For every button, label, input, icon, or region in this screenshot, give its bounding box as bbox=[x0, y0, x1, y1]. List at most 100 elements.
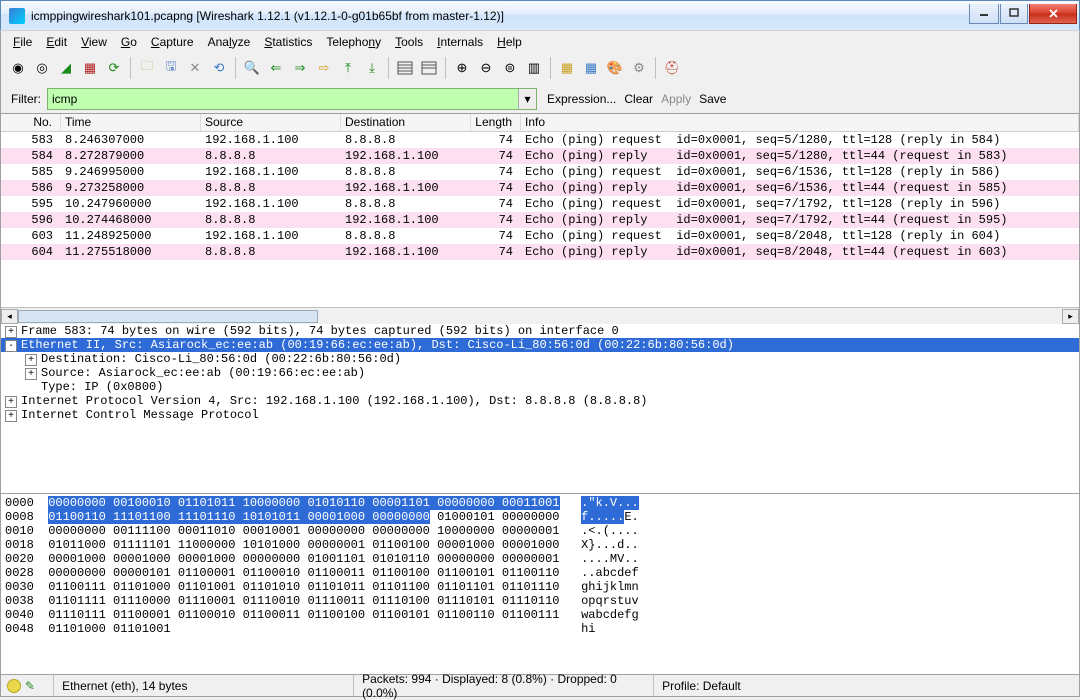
go-forward-icon[interactable]: ⇒ bbox=[289, 57, 311, 79]
start-capture-icon[interactable]: ◢ bbox=[55, 57, 77, 79]
tree-expander-icon[interactable]: - bbox=[5, 340, 17, 352]
tree-label: Frame 583: 74 bytes on wire (592 bits), … bbox=[21, 324, 619, 338]
tree-node[interactable]: + Frame 583: 74 bytes on wire (592 bits),… bbox=[1, 324, 1079, 338]
tree-node[interactable]: -Ethernet II, Src: Asiarock_ec:ee:ab (00… bbox=[1, 338, 1079, 352]
hex-line[interactable]: 0018 01011000 01111101 11000000 10101000… bbox=[5, 538, 1075, 552]
auto-scroll-icon[interactable] bbox=[418, 57, 440, 79]
column-destination[interactable]: Destination bbox=[341, 114, 471, 131]
filter-dropdown-button[interactable]: ▾ bbox=[518, 89, 536, 109]
column-no[interactable]: No. bbox=[1, 114, 61, 131]
tree-label: Ethernet II, Src: Asiarock_ec:ee:ab (00:… bbox=[21, 338, 734, 352]
column-length[interactable]: Length bbox=[471, 114, 521, 131]
packet-list-hscrollbar[interactable]: ◂ ▸ bbox=[1, 307, 1079, 324]
packet-row[interactable]: 5848.2728790008.8.8.8192.168.1.10074Echo… bbox=[1, 148, 1079, 164]
column-time[interactable]: Time bbox=[61, 114, 201, 131]
menu-telephony[interactable]: Telephony bbox=[320, 33, 387, 51]
scroll-right-button[interactable]: ▸ bbox=[1062, 309, 1079, 324]
packet-row[interactable]: 59610.2744680008.8.8.8192.168.1.10074Ech… bbox=[1, 212, 1079, 228]
column-source[interactable]: Source bbox=[201, 114, 341, 131]
packet-row[interactable]: 5838.246307000192.168.1.1008.8.8.874Echo… bbox=[1, 132, 1079, 148]
coloring-rules-icon[interactable]: 🎨 bbox=[604, 57, 626, 79]
tree-node[interactable]: +Destination: Cisco-Li_80:56:0d (00:22:6… bbox=[1, 352, 1079, 366]
packet-row[interactable]: 5869.2732580008.8.8.8192.168.1.10074Echo… bbox=[1, 180, 1079, 196]
tree-expander-icon[interactable]: + bbox=[25, 368, 37, 380]
filter-action-save[interactable]: Save bbox=[695, 92, 730, 106]
close-file-icon[interactable]: ✕ bbox=[184, 57, 206, 79]
menu-file[interactable]: File bbox=[7, 33, 38, 51]
tree-expander-icon[interactable]: + bbox=[5, 396, 17, 408]
go-to-packet-icon[interactable]: ⇨ bbox=[313, 57, 335, 79]
go-first-icon[interactable]: ⤒ bbox=[337, 57, 359, 79]
menu-help[interactable]: Help bbox=[491, 33, 528, 51]
packet-row[interactable]: 60311.248925000192.168.1.1008.8.8.874Ech… bbox=[1, 228, 1079, 244]
status-left: Ethernet (eth), 14 bytes bbox=[62, 679, 187, 693]
hex-line[interactable]: 0020 00001000 00001000 00001000 00000000… bbox=[5, 552, 1075, 566]
menu-analyze[interactable]: Analyze bbox=[202, 33, 257, 51]
expert-info-icon[interactable] bbox=[7, 679, 21, 693]
window-close-button[interactable] bbox=[1029, 4, 1077, 24]
packet-row[interactable]: 60411.2755180008.8.8.8192.168.1.10074Ech… bbox=[1, 244, 1079, 260]
edit-capture-comment-icon[interactable]: ✎ bbox=[25, 679, 35, 693]
find-icon[interactable]: 🔍 bbox=[241, 57, 263, 79]
column-info[interactable]: Info bbox=[521, 114, 1079, 131]
hex-line[interactable]: 0008 01100110 11101100 11101110 10101011… bbox=[5, 510, 1075, 524]
scroll-left-button[interactable]: ◂ bbox=[1, 309, 18, 324]
packet-row[interactable]: 5859.246995000192.168.1.1008.8.8.874Echo… bbox=[1, 164, 1079, 180]
reload-icon[interactable]: ⟲ bbox=[208, 57, 230, 79]
zoom-in-icon[interactable]: ⊕ bbox=[451, 57, 473, 79]
tree-node[interactable]: +Internet Control Message Protocol bbox=[1, 408, 1079, 422]
filter-action-apply[interactable]: Apply bbox=[657, 92, 695, 106]
save-file-icon[interactable]: 🖫 bbox=[160, 57, 182, 79]
hex-line[interactable]: 0038 01101111 01110000 01110001 01110010… bbox=[5, 594, 1075, 608]
hex-line[interactable]: 0048 01101000 01101001 hi bbox=[5, 622, 1075, 636]
capture-filters-icon[interactable]: ▦ bbox=[556, 57, 578, 79]
zoom-out-icon[interactable]: ⊖ bbox=[475, 57, 497, 79]
menu-edit[interactable]: Edit bbox=[40, 33, 73, 51]
hex-line[interactable]: 0000 00000000 00100010 01101011 10000000… bbox=[5, 496, 1075, 510]
hex-line[interactable]: 0040 01110111 01100001 01100010 01100011… bbox=[5, 608, 1075, 622]
hex-line[interactable]: 0028 00000000 00000101 01100001 01100010… bbox=[5, 566, 1075, 580]
filter-action-expression[interactable]: Expression... bbox=[543, 92, 620, 106]
hex-line[interactable]: 0010 00000000 00111100 00011010 00010001… bbox=[5, 524, 1075, 538]
packet-row[interactable]: 59510.247960000192.168.1.1008.8.8.874Ech… bbox=[1, 196, 1079, 212]
help-icon[interactable]: ⛑ bbox=[661, 57, 683, 79]
display-filter-input[interactable] bbox=[48, 92, 518, 106]
resize-columns-icon[interactable]: ▥ bbox=[523, 57, 545, 79]
menu-capture[interactable]: Capture bbox=[145, 33, 200, 51]
filter-action-clear[interactable]: Clear bbox=[620, 92, 657, 106]
restart-capture-icon[interactable]: ⟳ bbox=[103, 57, 125, 79]
go-last-icon[interactable]: ⤓ bbox=[361, 57, 383, 79]
packet-list-pane: No. Time Source Destination Length Info … bbox=[0, 114, 1080, 324]
window-maximize-button[interactable] bbox=[1000, 4, 1028, 24]
packet-list-body[interactable]: 5838.246307000192.168.1.1008.8.8.874Echo… bbox=[1, 132, 1079, 307]
packet-bytes-pane[interactable]: 0000 00000000 00100010 01101011 10000000… bbox=[0, 494, 1080, 675]
tree-node[interactable]: +Internet Protocol Version 4, Src: 192.1… bbox=[1, 394, 1079, 408]
scroll-track[interactable] bbox=[18, 309, 1062, 324]
menu-internals[interactable]: Internals bbox=[431, 33, 489, 51]
zoom-reset-icon[interactable]: ⊜ bbox=[499, 57, 521, 79]
stop-capture-icon[interactable]: ▦ bbox=[79, 57, 101, 79]
scroll-thumb[interactable] bbox=[18, 310, 318, 323]
packet-details-pane[interactable]: + Frame 583: 74 bytes on wire (592 bits),… bbox=[0, 324, 1080, 494]
tree-expander-icon[interactable]: + bbox=[5, 410, 17, 422]
tree-expander-icon[interactable]: + bbox=[5, 326, 17, 338]
preferences-icon[interactable]: ⚙ bbox=[628, 57, 650, 79]
display-filters-icon[interactable]: ▦ bbox=[580, 57, 602, 79]
hex-line[interactable]: 0030 01100111 01101000 01101001 01101010… bbox=[5, 580, 1075, 594]
menu-view[interactable]: View bbox=[75, 33, 113, 51]
go-back-icon[interactable]: ⇐ bbox=[265, 57, 287, 79]
packet-list-header[interactable]: No. Time Source Destination Length Info bbox=[1, 114, 1079, 132]
tree-expander-icon[interactable]: + bbox=[25, 354, 37, 366]
open-file-icon[interactable]: 🗀 bbox=[136, 57, 158, 79]
menu-statistics[interactable]: Statistics bbox=[258, 33, 318, 51]
colorize-icon[interactable] bbox=[394, 57, 416, 79]
window-minimize-button[interactable] bbox=[969, 4, 999, 24]
menu-tools[interactable]: Tools bbox=[389, 33, 429, 51]
interfaces-icon[interactable]: ◉ bbox=[7, 57, 29, 79]
status-profile[interactable]: Profile: Default bbox=[662, 679, 741, 693]
wireshark-icon bbox=[9, 8, 25, 24]
options-icon[interactable]: ◎ bbox=[31, 57, 53, 79]
menu-go[interactable]: Go bbox=[115, 33, 143, 51]
tree-node[interactable]: Type: IP (0x0800) bbox=[1, 380, 1079, 394]
tree-node[interactable]: +Source: Asiarock_ec:ee:ab (00:19:66:ec:… bbox=[1, 366, 1079, 380]
